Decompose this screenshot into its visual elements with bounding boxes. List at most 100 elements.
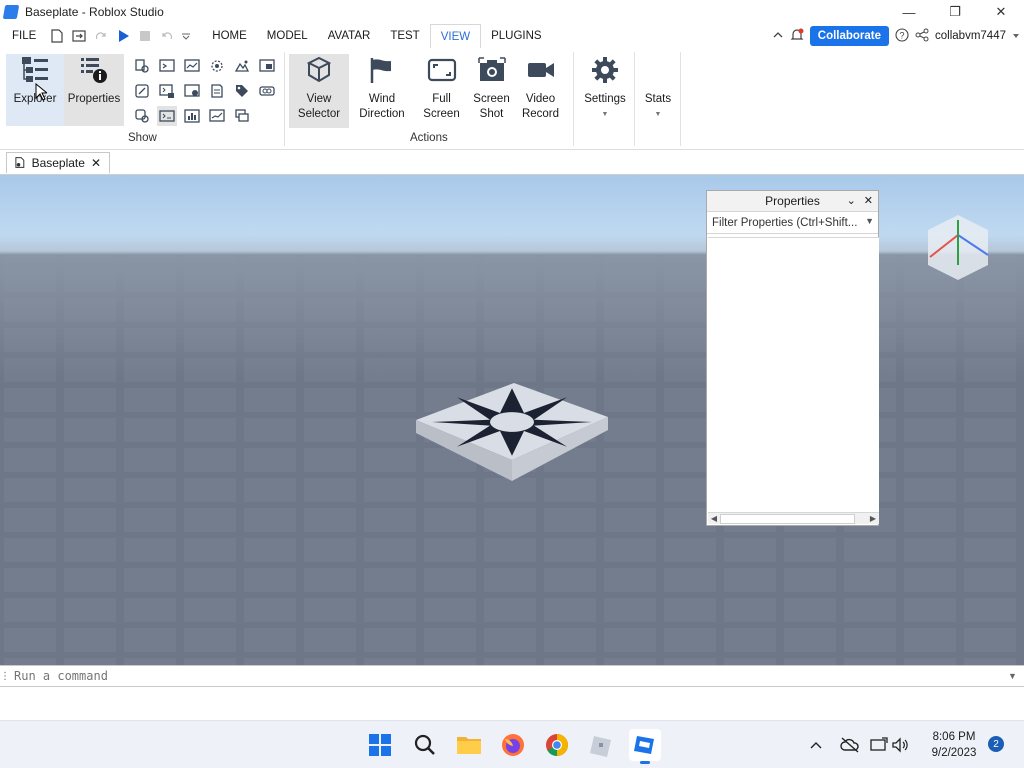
show-group-label: Show <box>128 132 157 144</box>
context-icon[interactable] <box>182 81 202 101</box>
script-performance-icon[interactable] <box>182 56 202 76</box>
asset-manager-icon[interactable] <box>232 56 252 76</box>
file-explorer-button[interactable] <box>453 729 485 761</box>
minimize-button[interactable]: — <box>886 0 932 24</box>
filter-properties-input[interactable]: Filter Properties (Ctrl+Shift... ▼ <box>707 212 878 234</box>
start-button[interactable] <box>364 729 396 761</box>
windows-taskbar: 8:06 PM 9/2/2023 <box>0 720 1024 768</box>
video-record-label-1: Video <box>525 93 556 105</box>
collaborate-button[interactable]: Collaborate <box>809 26 890 46</box>
tab-plugins[interactable]: PLUGINS <box>481 24 552 48</box>
username-label[interactable]: collabvm7447 <box>935 30 1006 42</box>
place-file-icon <box>15 157 25 168</box>
redo-icon-top[interactable] <box>92 24 110 48</box>
windows-logo-icon <box>369 734 391 756</box>
window-title: Baseplate - Roblox Studio <box>25 5 164 19</box>
tab-baseplate[interactable]: Baseplate ✕ <box>6 152 110 174</box>
undo-icon[interactable] <box>158 24 176 48</box>
script-analysis-icon[interactable] <box>207 81 227 101</box>
video-record-button[interactable]: Video Record <box>513 54 568 126</box>
stop-icon[interactable] <box>136 24 154 48</box>
full-screen-button[interactable]: Full Screen <box>414 54 469 126</box>
filter-dropdown-icon[interactable]: ▼ <box>865 216 874 226</box>
command-bar-icon[interactable] <box>157 81 177 101</box>
scroll-left-icon[interactable]: ◀ <box>708 514 720 523</box>
settings-dropdown-icon: ▼ <box>601 111 609 118</box>
scroll-right-icon[interactable]: ▶ <box>867 514 879 523</box>
tab-close-icon[interactable]: ✕ <box>91 156 101 170</box>
maximize-button[interactable]: ❐ <box>932 0 978 24</box>
title-bar: Baseplate - Roblox Studio — ❐ ✕ <box>0 0 1024 24</box>
video-camera-icon <box>525 54 557 86</box>
properties-icon <box>78 54 110 86</box>
panel-menu-chevron-icon[interactable]: ⌄ <box>847 194 856 207</box>
tab-home[interactable]: HOME <box>202 24 257 48</box>
filter-properties-placeholder: Filter Properties (Ctrl+Shift... <box>712 216 858 229</box>
scrollbar-thumb[interactable] <box>720 513 855 524</box>
microprofiler-icon[interactable] <box>182 106 202 126</box>
collapse-ribbon-icon[interactable] <box>772 29 784 44</box>
task-scheduler-icon[interactable] <box>257 56 277 76</box>
settings-button[interactable]: Settings ▼ <box>578 54 632 126</box>
new-file-icon[interactable] <box>48 24 66 48</box>
help-icon[interactable]: ? <box>895 27 909 45</box>
roblox-studio-taskbar-button[interactable] <box>629 729 661 764</box>
ribbon-separator <box>634 52 635 146</box>
close-button[interactable]: ✕ <box>978 0 1024 24</box>
show-hidden-icons-chevron[interactable] <box>806 740 826 750</box>
full-screen-label-1: Full <box>432 93 451 105</box>
document-tab-strip: Baseplate ✕ <box>0 150 1024 175</box>
menu-bar-right: Collaborate ? collabvm7447 <box>772 24 1020 48</box>
wind-direction-button[interactable]: Wind Direction <box>352 54 412 126</box>
toolbox-icon[interactable] <box>132 56 152 76</box>
system-tray <box>806 721 910 768</box>
screenshot-label-1: Screen <box>473 93 510 105</box>
taskbar-clock[interactable]: 8:06 PM 9/2/2023 <box>920 729 988 761</box>
properties-label: Properties <box>67 93 121 105</box>
collision-groups-icon[interactable] <box>257 81 277 101</box>
properties-button[interactable]: Properties <box>64 54 124 126</box>
command-bar-toggle-icon[interactable] <box>157 106 177 126</box>
command-history-dropdown-icon[interactable]: ▼ <box>1008 671 1024 681</box>
tag-editor-icon[interactable] <box>232 81 252 101</box>
view-selector-label-1: View <box>306 93 332 105</box>
firefox-button[interactable] <box>497 729 529 761</box>
view-selector-button[interactable]: View Selector <box>289 54 349 128</box>
properties-list[interactable] <box>708 237 879 512</box>
tab-model[interactable]: MODEL <box>257 24 318 48</box>
window-layers-icon[interactable] <box>232 106 252 126</box>
roblox-studio-icon <box>2 5 20 19</box>
roblox-player-button[interactable] <box>585 729 617 761</box>
onedrive-offline-icon[interactable] <box>836 737 864 753</box>
tab-avatar[interactable]: AVATAR <box>318 24 381 48</box>
tab-view[interactable]: VIEW <box>429 24 482 48</box>
screenshot-button[interactable]: Screen Shot <box>464 54 519 126</box>
team-create-icon[interactable] <box>132 81 152 101</box>
gear-icon <box>589 54 621 86</box>
svg-text:?: ? <box>900 30 905 40</box>
panel-close-icon[interactable]: ✕ <box>864 194 873 207</box>
notification-bell-icon[interactable] <box>790 28 804 45</box>
notification-count-badge[interactable]: 2 <box>988 736 1004 752</box>
stats-button[interactable]: Stats ▼ <box>637 92 679 132</box>
find-icon[interactable] <box>132 106 152 126</box>
volume-icon[interactable] <box>890 737 910 753</box>
share-icon[interactable] <box>915 28 929 45</box>
terrain-icon[interactable] <box>207 56 227 76</box>
chrome-button[interactable] <box>541 729 573 761</box>
play-icon[interactable] <box>114 24 132 48</box>
video-record-label-2: Record <box>521 108 560 120</box>
command-input[interactable] <box>10 667 1008 685</box>
publish-icon[interactable] <box>70 24 88 48</box>
command-bar-grip[interactable]: ⋮ <box>0 671 10 682</box>
ribbon-separator <box>680 52 681 146</box>
network-icon[interactable] <box>868 737 890 753</box>
user-dropdown-icon[interactable] <box>1012 29 1020 43</box>
quick-access-dropdown-icon[interactable] <box>180 24 192 48</box>
tab-test[interactable]: TEST <box>380 24 429 48</box>
performance-icon[interactable] <box>207 106 227 126</box>
menu-file[interactable]: FILE <box>2 24 46 48</box>
search-button[interactable] <box>409 729 441 761</box>
output-icon[interactable] <box>157 56 177 76</box>
properties-horizontal-scrollbar[interactable]: ◀ ▶ <box>708 512 879 524</box>
